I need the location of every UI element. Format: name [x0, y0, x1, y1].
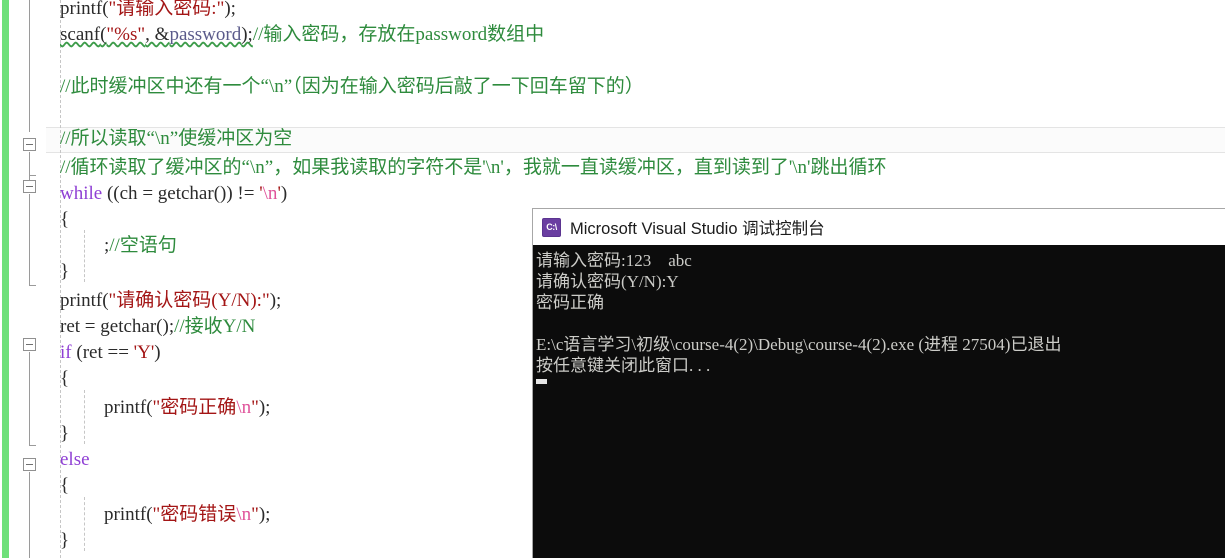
code-token: );	[241, 24, 253, 45]
code-line[interactable]: printf("密码正确\n");	[104, 395, 270, 421]
console-line: E:\c语言学习\初级\course-4(2)\Debug\course-4(2…	[536, 335, 1062, 354]
code-token: );	[224, 0, 236, 19]
code-token: while	[60, 183, 103, 204]
code-token: "请输入密码:"	[108, 0, 225, 19]
code-token: ==	[102, 342, 134, 363]
code-token: }	[60, 261, 70, 282]
code-token: );	[258, 504, 271, 525]
code-token: ()) !=	[213, 183, 260, 204]
code-line[interactable]: //所以读取“\n”使缓冲区为空	[60, 126, 292, 152]
code-token: ();	[156, 316, 175, 337]
code-token: //输入密码，存放在password数组中	[252, 24, 545, 45]
code-line[interactable]: else	[60, 447, 90, 473]
code-token: );	[269, 290, 282, 311]
code-token: getchar	[157, 183, 214, 204]
code-token: "密码正确	[152, 397, 237, 418]
code-line[interactable]: ;//空语句	[104, 233, 177, 259]
console-app-icon: C:\	[542, 217, 561, 237]
console-line: 密码正确	[536, 293, 604, 312]
code-line[interactable]: if (ret == 'Y')	[60, 340, 161, 366]
code-token: "请确认密码(Y/N):"	[108, 290, 270, 311]
code-token: =	[80, 316, 101, 337]
console-window-title: Microsoft Visual Studio 调试控制台	[570, 220, 825, 238]
code-token: {	[60, 209, 70, 230]
code-token: }	[60, 530, 70, 551]
code-token: printf	[104, 504, 147, 525]
console-line: 请输入密码:123 abc	[536, 251, 692, 270]
code-token: }	[60, 423, 70, 444]
code-token: //接收Y/N	[174, 316, 256, 337]
code-line[interactable]: //循环读取了缓冲区的“\n”，如果我读取的字符不是'\n'，我就一直读缓冲区，…	[60, 155, 886, 181]
code-token: else	[60, 449, 90, 470]
code-line[interactable]: printf("请输入密码:");	[60, 0, 236, 22]
code-line[interactable]: {	[60, 473, 69, 499]
console-line: 请确认密码(Y/N):Y	[536, 272, 679, 291]
code-line[interactable]: printf("密码错误\n");	[104, 502, 270, 528]
code-token: getchar	[100, 316, 157, 337]
code-line[interactable]: while ((ch = getchar()) != '\n')	[60, 181, 287, 207]
code-token: ret	[82, 342, 103, 363]
code-line[interactable]: }	[60, 259, 69, 285]
code-token: , &	[145, 24, 170, 45]
code-token: printf	[60, 290, 103, 311]
console-title-bar[interactable]: C:\ Microsoft Visual Studio 调试控制台	[533, 209, 1225, 245]
code-token: \n	[262, 183, 278, 204]
code-token: )	[280, 183, 288, 204]
code-token: =	[137, 183, 158, 204]
code-line[interactable]: {	[60, 366, 69, 392]
code-token: printf	[60, 0, 103, 19]
code-token: {	[60, 368, 70, 389]
code-token: //循环读取了缓冲区的“\n”，如果我读取的字符不是'\n'，我就一直读缓冲区，…	[60, 157, 887, 178]
console-line: 按任意键关闭此窗口. . .	[536, 356, 711, 375]
code-token: "	[251, 397, 259, 418]
code-token: scanf	[60, 24, 101, 45]
code-token: 'Y'	[133, 342, 155, 363]
code-token: password	[169, 24, 242, 45]
code-line[interactable]: //此时缓冲区中还有一个“\n”（因为在输入密码后敲了一下回车留下的）	[60, 74, 644, 100]
code-token: if	[60, 342, 72, 363]
code-token: {	[60, 475, 70, 496]
code-token: \n	[236, 504, 252, 525]
code-token: ch	[119, 183, 138, 204]
code-line[interactable]: ret = getchar();//接收Y/N	[60, 314, 255, 340]
console-icon-glyph: C:\	[546, 222, 557, 232]
code-token: ((	[102, 183, 120, 204]
code-token: "	[251, 504, 259, 525]
code-token: "%s"	[106, 24, 146, 45]
console-text-cursor	[536, 379, 547, 384]
code-token: printf	[104, 397, 147, 418]
code-token: \n	[236, 397, 252, 418]
code-token: //空语句	[109, 235, 177, 256]
code-token: //所以读取“\n”使缓冲区为空	[60, 128, 293, 149]
code-token: //此时缓冲区中还有一个“\n”（因为在输入密码后敲了一下回车留下的）	[60, 76, 644, 97]
code-line[interactable]: }	[60, 421, 69, 447]
code-token: )	[154, 342, 161, 363]
code-line[interactable]: }	[60, 528, 69, 554]
code-line[interactable]: printf("请确认密码(Y/N):");	[60, 288, 281, 314]
code-token: "密码错误	[152, 504, 237, 525]
debug-console-window[interactable]: C:\ Microsoft Visual Studio 调试控制台 请输入密码:…	[532, 208, 1225, 558]
code-token: ret	[60, 316, 81, 337]
code-token: (	[71, 342, 83, 363]
code-line[interactable]: scanf("%s", &password);//输入密码，存放在passwor…	[60, 22, 544, 48]
code-line[interactable]: {	[60, 207, 69, 233]
console-output-area[interactable]: 请输入密码:123 abc 请确认密码(Y/N):Y 密码正确 E:\c语言学习\初级…	[533, 245, 1225, 558]
code-token: );	[258, 397, 271, 418]
